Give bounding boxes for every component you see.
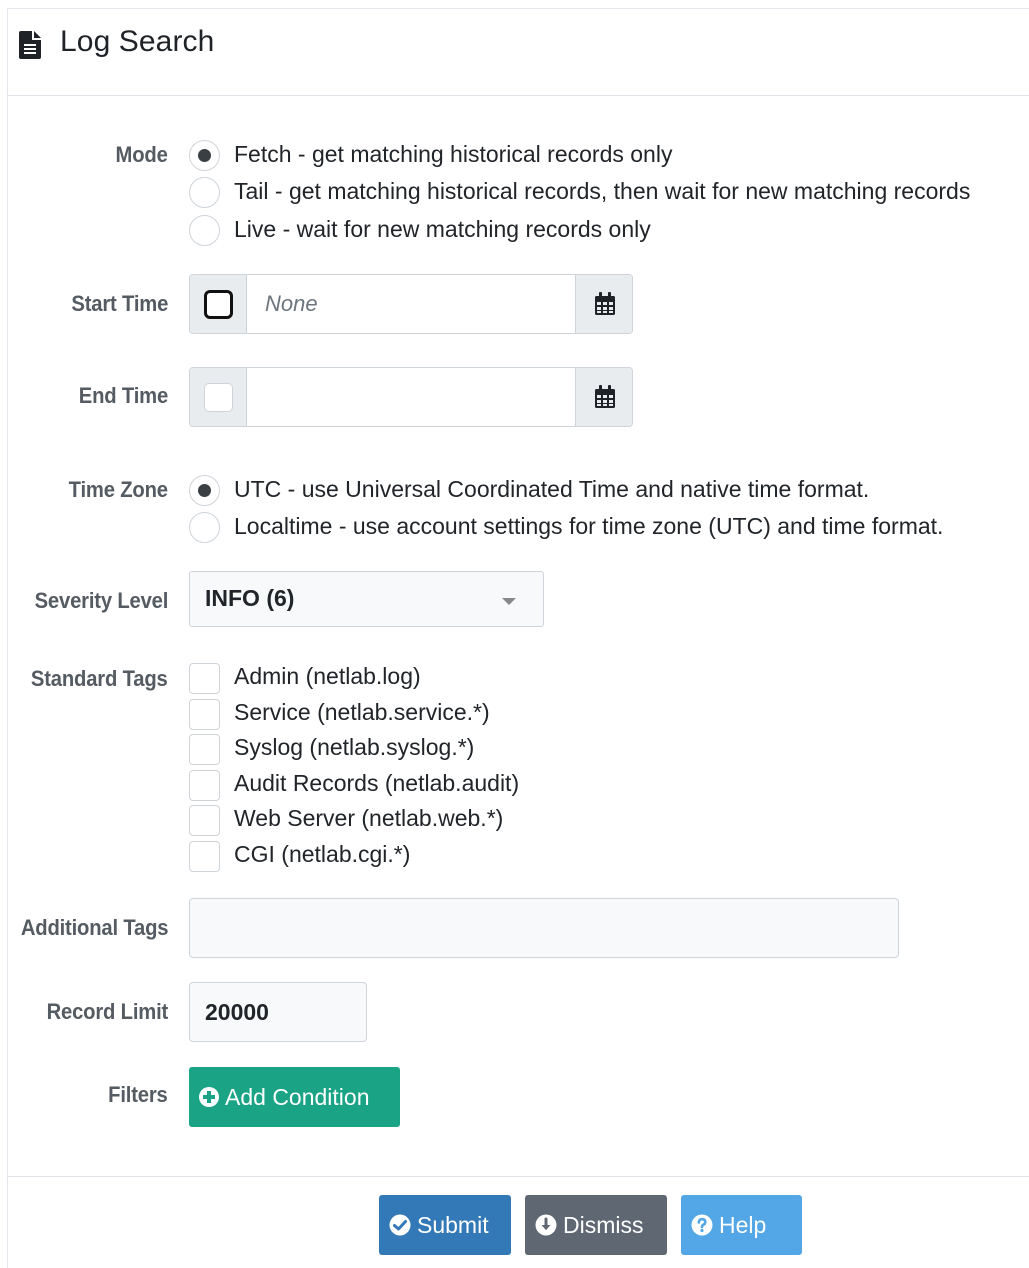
start-time-label: Start Time bbox=[71, 291, 168, 316]
radio-button[interactable] bbox=[189, 215, 220, 246]
severity-level-value: INFO (6) bbox=[205, 585, 295, 611]
end-time-enable-checkbox[interactable] bbox=[204, 383, 233, 412]
end-time-group bbox=[189, 367, 633, 427]
tag-label: Web Server (netlab.web.*) bbox=[234, 805, 504, 831]
time-zone-option-label: Localtime - use account settings for tim… bbox=[234, 513, 944, 539]
footer-divider bbox=[7, 1176, 1029, 1177]
arrow-circle-down-icon bbox=[535, 1214, 557, 1236]
radio-button[interactable] bbox=[189, 475, 220, 506]
submit-button[interactable]: Submit bbox=[379, 1195, 511, 1255]
tag-label: Audit Records (netlab.audit) bbox=[234, 770, 520, 796]
calendar-icon bbox=[595, 292, 615, 315]
tag-label: Service (netlab.service.*) bbox=[234, 699, 490, 725]
dismiss-button[interactable]: Dismiss bbox=[525, 1195, 667, 1255]
start-time-calendar-button[interactable] bbox=[575, 275, 632, 333]
checkbox[interactable] bbox=[189, 699, 220, 730]
add-condition-button[interactable]: Add Condition bbox=[189, 1067, 400, 1127]
radio-button[interactable] bbox=[189, 512, 220, 543]
check-circle-icon bbox=[389, 1214, 411, 1236]
record-limit-label: Record Limit bbox=[46, 999, 169, 1024]
additional-tags-field bbox=[189, 898, 899, 958]
end-time-calendar-button[interactable] bbox=[575, 368, 632, 426]
end-time-enable-addon bbox=[190, 368, 247, 426]
radio-button[interactable] bbox=[189, 177, 220, 208]
checkbox[interactable] bbox=[189, 805, 220, 836]
time-zone-option-label: UTC - use Universal Coordinated Time and… bbox=[234, 476, 870, 502]
dismiss-label: Dismiss bbox=[563, 1211, 644, 1238]
record-limit-input[interactable] bbox=[190, 983, 366, 1041]
mode-label: Mode bbox=[115, 142, 168, 167]
start-time-enable-addon bbox=[190, 275, 247, 333]
calendar-icon bbox=[595, 385, 615, 408]
filters-label: Filters bbox=[108, 1082, 169, 1107]
submit-label: Submit bbox=[417, 1211, 489, 1238]
start-time-enable-checkbox[interactable] bbox=[204, 290, 233, 319]
tag-label: CGI (netlab.cgi.*) bbox=[234, 841, 411, 867]
checkbox[interactable] bbox=[189, 841, 220, 872]
record-limit-field bbox=[189, 982, 367, 1042]
help-button[interactable]: Help bbox=[681, 1195, 802, 1255]
panel-header: Log Search bbox=[7, 8, 1029, 96]
severity-level-label: Severity Level bbox=[34, 588, 168, 613]
end-time-input[interactable] bbox=[247, 368, 577, 426]
add-condition-label: Add Condition bbox=[225, 1083, 370, 1110]
additional-tags-input[interactable] bbox=[190, 899, 898, 957]
tag-label: Syslog (netlab.syslog.*) bbox=[234, 734, 475, 760]
checkbox[interactable] bbox=[189, 663, 220, 694]
mode-option-label: Fetch - get matching historical records … bbox=[234, 141, 673, 167]
start-time-input[interactable] bbox=[247, 275, 577, 333]
page-title: Log Search bbox=[60, 25, 215, 58]
file-text-icon bbox=[19, 31, 41, 59]
severity-level-select[interactable]: INFO (6) bbox=[189, 571, 544, 627]
radio-button[interactable] bbox=[189, 140, 220, 171]
mode-option-label: Tail - get matching historical records, … bbox=[234, 178, 971, 204]
caret-down-icon bbox=[502, 598, 516, 605]
checkbox[interactable] bbox=[189, 770, 220, 801]
plus-circle-icon bbox=[199, 1087, 219, 1107]
question-circle-icon bbox=[691, 1214, 713, 1236]
start-time-group bbox=[189, 274, 633, 334]
additional-tags-label: Additional Tags bbox=[20, 915, 168, 940]
standard-tags-label: Standard Tags bbox=[31, 666, 168, 691]
help-label: Help bbox=[719, 1211, 767, 1238]
mode-option-label: Live - wait for new matching records onl… bbox=[234, 216, 651, 242]
checkbox[interactable] bbox=[189, 734, 220, 765]
time-zone-label: Time Zone bbox=[68, 477, 168, 502]
end-time-label: End Time bbox=[78, 383, 168, 408]
tag-label: Admin (netlab.log) bbox=[234, 663, 421, 689]
